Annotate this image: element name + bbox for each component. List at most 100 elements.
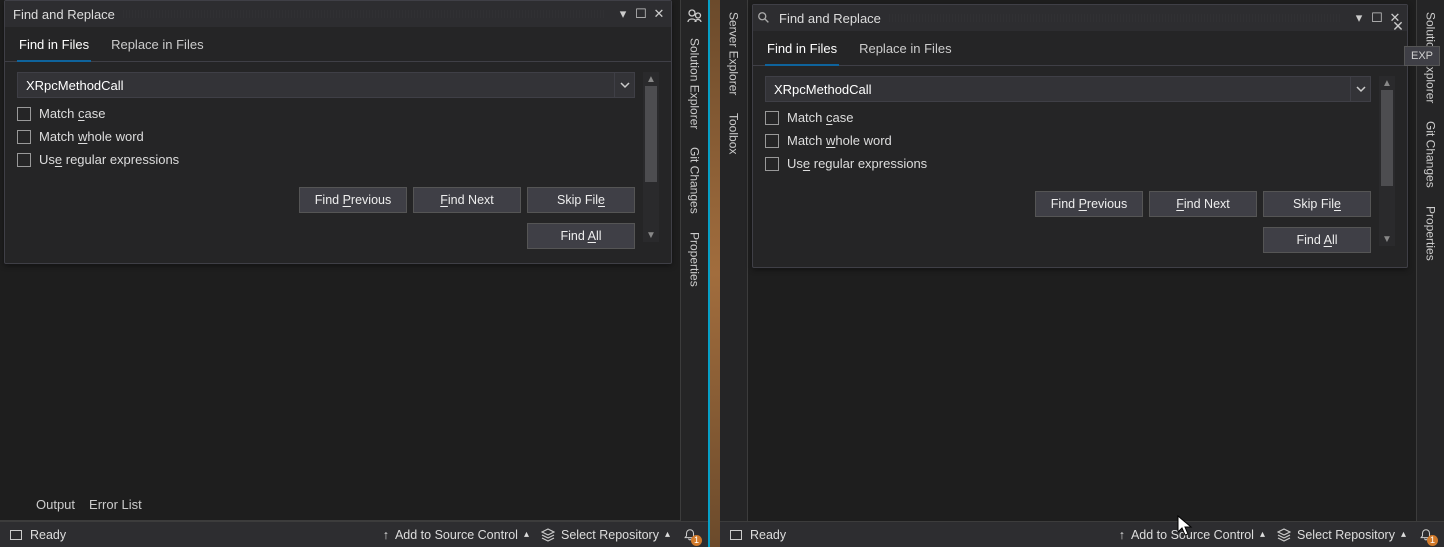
desktop-gap bbox=[710, 0, 720, 547]
notifications-button[interactable]: 1 bbox=[682, 527, 698, 543]
status-state-icon bbox=[730, 530, 742, 540]
panel-tabs: Find in Files Replace in Files bbox=[5, 27, 671, 62]
repository-icon bbox=[1277, 528, 1291, 542]
whole-word-checkbox[interactable] bbox=[17, 130, 31, 144]
match-case-row[interactable]: Match case bbox=[765, 110, 1371, 125]
scroll-up[interactable]: ▲ bbox=[643, 72, 659, 86]
chevron-down-icon bbox=[1356, 84, 1366, 94]
window-close[interactable]: ✕ bbox=[1386, 14, 1410, 38]
regex-row[interactable]: Use regular expressions bbox=[765, 156, 1371, 171]
notifications-button[interactable]: 1 bbox=[1418, 527, 1434, 543]
panel-scrollbar[interactable]: ▲ ▼ bbox=[643, 72, 659, 242]
skip-file-button[interactable]: Skip File bbox=[527, 187, 635, 213]
regex-label: Use regular expressions bbox=[787, 156, 927, 171]
find-all-button[interactable]: Find All bbox=[1263, 227, 1371, 253]
notif-count: 1 bbox=[691, 535, 702, 546]
status-repo[interactable]: Select Repository ▴ bbox=[1277, 528, 1406, 542]
side-tab-toolbox[interactable]: Toolbox bbox=[723, 105, 745, 162]
scroll-up[interactable]: ▲ bbox=[1379, 76, 1395, 90]
status-source-control[interactable]: ↑ Add to Source Control ▴ bbox=[1119, 528, 1265, 542]
live-share-icon[interactable] bbox=[681, 4, 708, 28]
whole-word-label: Match whole word bbox=[39, 129, 144, 144]
status-source-control[interactable]: ↑ Add to Source Control ▴ bbox=[383, 528, 529, 542]
push-icon: ↑ bbox=[1119, 528, 1125, 542]
side-tab-strip: Solution Explorer Git Changes Properties bbox=[680, 0, 708, 521]
side-tab-properties[interactable]: Properties bbox=[1420, 198, 1442, 269]
vs-window-left: Find and Replace ▾ ☐ ✕ Find in Files Rep… bbox=[0, 0, 710, 547]
search-input[interactable] bbox=[765, 76, 1351, 102]
match-case-label: Match case bbox=[39, 106, 105, 121]
find-next-button[interactable]: Find Next bbox=[1149, 191, 1257, 217]
whole-word-row[interactable]: Match whole word bbox=[17, 129, 635, 144]
whole-word-checkbox[interactable] bbox=[765, 134, 779, 148]
match-case-checkbox[interactable] bbox=[765, 111, 779, 125]
status-repo-label: Select Repository bbox=[1297, 528, 1395, 542]
find-previous-button[interactable]: Find Previous bbox=[1035, 191, 1143, 217]
skip-file-button[interactable]: Skip File bbox=[1263, 191, 1371, 217]
tab-replace-in-files[interactable]: Replace in Files bbox=[857, 37, 954, 65]
status-source-control-label: Add to Source Control bbox=[1131, 528, 1254, 542]
win-max[interactable]: ☐ bbox=[633, 6, 649, 22]
repository-icon bbox=[541, 528, 555, 542]
push-icon: ↑ bbox=[383, 528, 389, 542]
status-source-control-label: Add to Source Control bbox=[395, 528, 518, 542]
win-more[interactable]: ▾ bbox=[1351, 10, 1367, 26]
whole-word-label: Match whole word bbox=[787, 133, 892, 148]
match-case-label: Match case bbox=[787, 110, 853, 125]
chevron-up-icon: ▴ bbox=[1260, 529, 1265, 540]
panel-tabs: Find in Files Replace in Files bbox=[753, 31, 1407, 66]
search-history-dropdown[interactable] bbox=[615, 72, 635, 98]
titlebar-drag[interactable] bbox=[889, 14, 1341, 22]
regex-checkbox[interactable] bbox=[17, 153, 31, 167]
status-bar: Ready ↑ Add to Source Control ▴ Select R… bbox=[0, 521, 708, 547]
find-previous-button[interactable]: Find Previous bbox=[299, 187, 407, 213]
regex-row[interactable]: Use regular expressions bbox=[17, 152, 635, 167]
vs-window-right: Server Explorer Toolbox Find and Replace… bbox=[720, 0, 1444, 547]
scroll-thumb[interactable] bbox=[645, 86, 657, 182]
status-repo-label: Select Repository bbox=[561, 528, 659, 542]
whole-word-row[interactable]: Match whole word bbox=[765, 133, 1371, 148]
notif-count: 1 bbox=[1427, 535, 1438, 546]
tab-error-list[interactable]: Error List bbox=[89, 497, 142, 516]
tab-output[interactable]: Output bbox=[36, 497, 75, 516]
tab-replace-in-files[interactable]: Replace in Files bbox=[109, 33, 206, 61]
exp-badge[interactable]: EXP bbox=[1404, 46, 1440, 66]
side-tab-server-explorer[interactable]: Server Explorer bbox=[723, 4, 745, 103]
side-tab-git-changes[interactable]: Git Changes bbox=[1420, 113, 1442, 196]
chevron-up-icon: ▴ bbox=[665, 529, 670, 540]
side-tab-strip: Solution Explorer Git Changes Properties bbox=[1416, 0, 1444, 521]
side-tab-git-changes[interactable]: Git Changes bbox=[684, 139, 706, 222]
find-replace-icon bbox=[757, 11, 771, 25]
chevron-up-icon: ▴ bbox=[1401, 529, 1406, 540]
search-history-dropdown[interactable] bbox=[1351, 76, 1371, 102]
find-replace-panel: Find and Replace ▾ ☐ ✕ Find in Files Rep… bbox=[4, 0, 672, 264]
panel-titlebar[interactable]: Find and Replace ▾ ☐ ✕ bbox=[753, 5, 1407, 31]
left-side-tab-strip: Server Explorer Toolbox bbox=[720, 0, 748, 521]
scroll-thumb[interactable] bbox=[1381, 90, 1393, 186]
titlebar-drag[interactable] bbox=[123, 10, 605, 18]
match-case-checkbox[interactable] bbox=[17, 107, 31, 121]
match-case-row[interactable]: Match case bbox=[17, 106, 635, 121]
search-input[interactable] bbox=[17, 72, 615, 98]
side-tab-solution-explorer[interactable]: Solution Explorer bbox=[684, 30, 706, 137]
scroll-down[interactable]: ▼ bbox=[643, 228, 659, 242]
panel-titlebar[interactable]: Find and Replace ▾ ☐ ✕ bbox=[5, 1, 671, 27]
tab-find-in-files[interactable]: Find in Files bbox=[765, 37, 839, 66]
status-bar: Ready ↑ Add to Source Control ▴ Select R… bbox=[720, 521, 1444, 547]
chevron-down-icon bbox=[620, 80, 630, 90]
regex-checkbox[interactable] bbox=[765, 157, 779, 171]
find-replace-panel: Find and Replace ▾ ☐ ✕ Find in Files Rep… bbox=[752, 4, 1408, 268]
find-all-button[interactable]: Find All bbox=[527, 223, 635, 249]
scroll-down[interactable]: ▼ bbox=[1379, 232, 1395, 246]
panel-title: Find and Replace bbox=[9, 7, 115, 22]
status-ready: Ready bbox=[30, 528, 66, 542]
side-tab-properties[interactable]: Properties bbox=[684, 224, 706, 295]
win-max[interactable]: ☐ bbox=[1369, 10, 1385, 26]
panel-scrollbar[interactable]: ▲ ▼ bbox=[1379, 76, 1395, 246]
find-next-button[interactable]: Find Next bbox=[413, 187, 521, 213]
tab-find-in-files[interactable]: Find in Files bbox=[17, 33, 91, 62]
win-close[interactable]: ✕ bbox=[651, 6, 667, 22]
panel-title: Find and Replace bbox=[775, 11, 881, 26]
win-more[interactable]: ▾ bbox=[615, 6, 631, 22]
status-repo[interactable]: Select Repository ▴ bbox=[541, 528, 670, 542]
